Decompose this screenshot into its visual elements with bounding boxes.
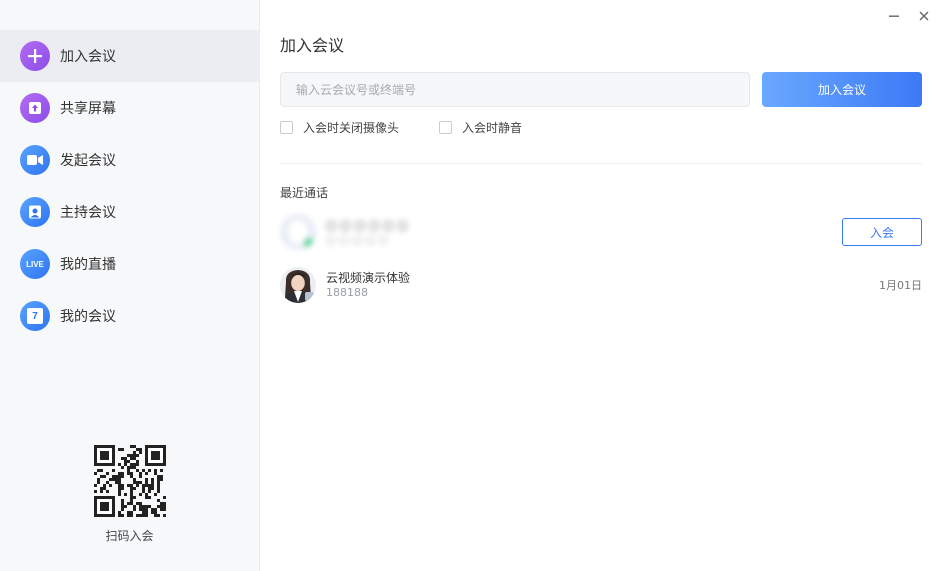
recent-call-name: ○ ○ ○ ○ ○ ○ [326, 218, 408, 232]
close-icon [919, 11, 929, 21]
recent-call-date: 1月01日 [879, 279, 922, 292]
avatar [280, 214, 316, 250]
sidebar-item-start-meeting[interactable]: 发起会议 [0, 134, 259, 186]
qr-section: 扫码入会 [0, 445, 259, 544]
meeting-number-input[interactable] [280, 72, 750, 107]
sidebar-item-label: 我的会议 [60, 309, 116, 325]
minimize-icon [889, 15, 899, 17]
avatar [280, 267, 316, 303]
sidebar-nav: 加入会议 共享屏幕 发起会议 主持会议 LIVE 我的直播 7 我的会议 [0, 30, 259, 342]
recent-call-info: 云视频演示体验 188188 [326, 270, 410, 300]
avatar-status [304, 238, 314, 248]
join-meeting-button[interactable]: 加入会议 [762, 72, 922, 107]
camera-off-label: 入会时关闭摄像头 [303, 121, 400, 135]
calendar-day-text: 7 [32, 310, 38, 322]
sidebar-item-label: 发起会议 [60, 153, 116, 169]
mute-option[interactable]: 入会时静音 [439, 119, 522, 136]
sidebar: 加入会议 共享屏幕 发起会议 主持会议 LIVE 我的直播 7 我的会议 扫码入… [0, 0, 260, 571]
sidebar-item-label: 我的直播 [60, 257, 116, 273]
sidebar-item-my-meetings[interactable]: 7 我的会议 [0, 290, 259, 342]
share-screen-icon [20, 93, 50, 123]
sidebar-item-label: 共享屏幕 [60, 101, 116, 117]
sidebar-item-label: 加入会议 [60, 49, 116, 65]
live-badge-text: LIVE [26, 259, 44, 269]
recent-call-name: 云视频演示体验 [326, 271, 411, 285]
recent-call-id: 188188 [326, 286, 368, 299]
mute-label: 入会时静音 [462, 121, 523, 135]
sidebar-item-my-live[interactable]: LIVE 我的直播 [0, 238, 259, 290]
host-icon [20, 197, 50, 227]
qr-label: 扫码入会 [105, 529, 154, 543]
sidebar-item-label: 主持会议 [60, 205, 116, 221]
camera-off-option[interactable]: 入会时关闭摄像头 [280, 119, 399, 136]
recent-call-row[interactable]: 云视频演示体验 188188 1月01日 [280, 265, 922, 305]
camera-off-checkbox[interactable] [280, 121, 293, 134]
close-button[interactable] [916, 8, 932, 24]
avatar-corner-badge [305, 292, 314, 301]
enter-meeting-button[interactable]: 入会 [842, 218, 922, 246]
divider [280, 163, 922, 164]
calendar-page: 7 [27, 308, 43, 324]
video-camera-icon [20, 145, 50, 175]
recent-call-id: ○ ○ ○ ○ ○ [326, 233, 388, 246]
mute-checkbox[interactable] [439, 121, 452, 134]
calendar-icon: 7 [20, 301, 50, 331]
sidebar-item-host-meeting[interactable]: 主持会议 [0, 186, 259, 238]
live-icon: LIVE [20, 249, 50, 279]
recent-call-info: ○ ○ ○ ○ ○ ○ ○ ○ ○ ○ ○ [326, 217, 408, 247]
minimize-button[interactable] [886, 8, 902, 24]
qr-code[interactable] [93, 445, 166, 517]
plus-icon [20, 41, 50, 71]
sidebar-item-join-meeting[interactable]: 加入会议 [0, 30, 259, 82]
page-title: 加入会议 [280, 36, 345, 55]
recent-calls-title: 最近通话 [280, 186, 329, 200]
window-controls [886, 8, 932, 24]
recent-call-row[interactable]: ○ ○ ○ ○ ○ ○ ○ ○ ○ ○ ○ 入会 [280, 212, 922, 252]
sidebar-item-share-screen[interactable]: 共享屏幕 [0, 82, 259, 134]
